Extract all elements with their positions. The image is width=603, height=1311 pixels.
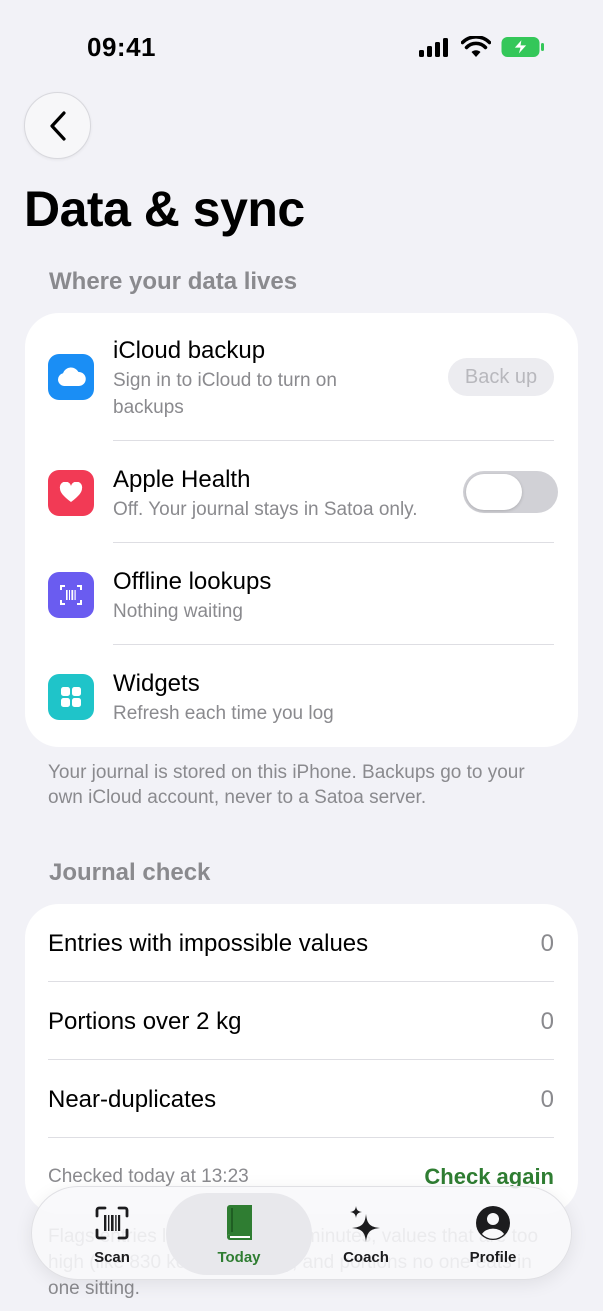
barcode-scan-icon [48,572,94,618]
section-header-data: Where your data lives [49,268,298,295]
journal-check-card: Entries with impossible values 0 Portion… [25,904,578,1214]
row-widgets: Widgets Refresh each time you log [25,645,578,747]
page-title: Data & sync [24,181,305,237]
tab-label: Today [217,1249,261,1266]
widgets-grid-icon [48,674,94,720]
tab-profile[interactable]: Profile [428,1187,558,1281]
check-row-portions: Portions over 2 kg 0 [25,982,578,1060]
tab-bar: Scan Today Coach Profile [31,1186,572,1280]
row-icloud-backup: iCloud backup Sign in to iCloud to turn … [25,313,578,441]
checked-timestamp: Checked today at 13:23 [48,1166,249,1187]
row-title: Offline lookups [113,568,272,595]
check-label: Near-duplicates [48,1086,217,1113]
check-value: 0 [540,1086,554,1113]
check-value: 0 [540,1008,554,1035]
tab-today[interactable]: Today [174,1187,304,1281]
cellular-signal-icon [419,38,448,57]
data-footnote: Your journal is stored on this iPhone. B… [48,762,525,808]
chevron-left-icon [49,110,66,141]
journal-book-icon [223,1203,255,1243]
status-time: 09:41 [87,32,156,62]
row-subtitle: Off. Your journal stays in Satoa only. [113,499,418,520]
cloud-icon [48,354,94,400]
tab-scan[interactable]: Scan [47,1187,177,1281]
wifi-icon [461,36,491,57]
sparkles-icon [348,1203,384,1243]
row-subtitle: Sign in to iCloud to turn on backups [113,370,337,418]
section-header-journal-check: Journal check [49,859,211,886]
row-subtitle: Refresh each time you log [113,703,334,724]
toggle-knob [466,474,522,510]
row-offline-lookups: Offline lookups Nothing waiting [25,543,578,645]
tab-coach[interactable]: Coach [301,1187,431,1281]
check-label: Portions over 2 kg [48,1008,242,1035]
battery-charging-icon [501,37,544,57]
tab-label: Scan [94,1249,130,1266]
row-subtitle: Nothing waiting [113,601,243,622]
barcode-scan-icon [94,1203,130,1243]
check-row-duplicates: Near-duplicates 0 [25,1060,578,1138]
back-button[interactable] [24,92,91,159]
tab-label: Profile [469,1249,517,1266]
check-row-impossible: Entries with impossible values 0 [25,904,578,982]
check-value: 0 [540,930,554,957]
row-title: Apple Health [113,466,251,493]
status-icons [419,36,545,58]
heart-icon [48,470,94,516]
apple-health-toggle[interactable] [463,471,558,513]
tab-label: Coach [343,1249,389,1266]
divider [48,1137,554,1138]
back-up-button[interactable]: Back up [448,358,554,396]
row-title: Widgets [113,670,200,697]
status-bar: 09:41 [0,0,603,96]
row-title: iCloud backup [113,337,266,364]
person-circle-icon [475,1203,511,1243]
data-card: iCloud backup Sign in to iCloud to turn … [25,313,578,747]
check-label: Entries with impossible values [48,930,369,957]
